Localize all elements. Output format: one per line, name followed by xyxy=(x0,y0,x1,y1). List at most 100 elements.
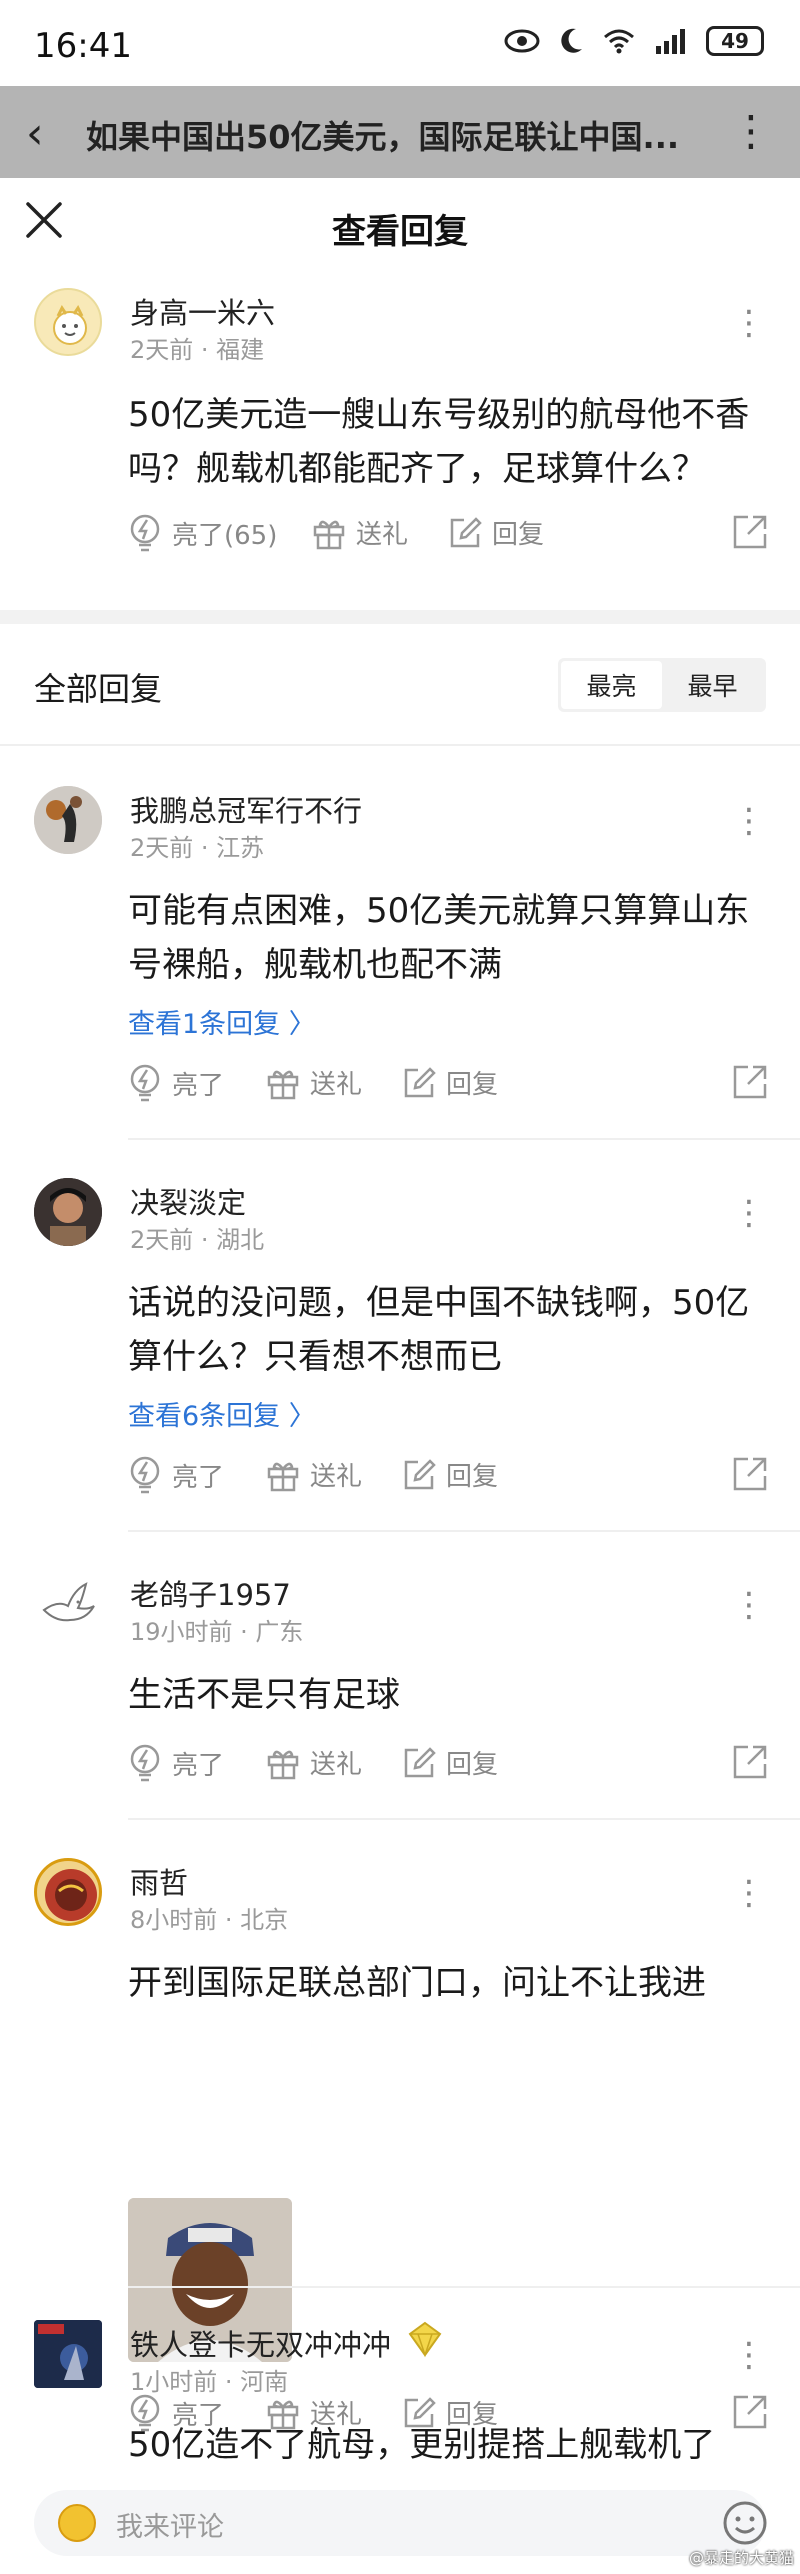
commenter-name[interactable]: 身高一米六 xyxy=(130,290,275,332)
comment-line: 话说的没问题，但是中国不缺钱啊，50亿 xyxy=(128,1283,750,1323)
reply-button[interactable]: 回复 xyxy=(402,1064,498,1101)
sort-toggle: 最亮 最早 xyxy=(558,658,766,712)
sort-earliest-button[interactable]: 最早 xyxy=(662,661,763,709)
comment-line: 50亿美元造一艘山东号级别的航母他不香 xyxy=(128,395,750,435)
moon-icon xyxy=(561,28,582,53)
avatar[interactable] xyxy=(34,786,102,854)
commenter-name[interactable]: 老鸽子1957 xyxy=(130,1572,291,1614)
divider xyxy=(128,2286,800,2288)
reply-button[interactable]: 回复 xyxy=(402,1456,498,1493)
signal-icon xyxy=(656,29,685,54)
comment-line: 算什么？只看想不想而已 xyxy=(128,1337,502,1377)
comment-text: 50亿美元造一艘山东号级别的航母他不香 吗？舰载机都能配齐了，足球算什么？ xyxy=(128,388,768,496)
user-avatar xyxy=(58,2504,96,2542)
gift-icon xyxy=(313,520,345,549)
reply-button[interactable]: 回复 xyxy=(448,514,544,551)
article-header: ‹ 如果中国出50亿美元，国际足联让中国... ⋮ xyxy=(0,86,800,178)
comment-text: 生活不是只有足球 xyxy=(128,1668,768,1722)
more-vertical-icon[interactable]: ⋮ xyxy=(730,106,772,155)
comment-line: 号裸船，舰载机也配不满 xyxy=(128,945,502,985)
share-icon[interactable] xyxy=(732,1456,768,1492)
more-options-icon[interactable]: ⋮ xyxy=(732,1196,766,1230)
cartoon-avatar-icon xyxy=(53,305,87,345)
share-icon[interactable] xyxy=(732,1064,768,1100)
comment-meta: 19小时前 · 广东 xyxy=(130,1618,304,1646)
like-button[interactable]: 亮了 xyxy=(128,1744,224,1782)
gift-icon xyxy=(267,1462,299,1491)
gift-label: 送礼 xyxy=(310,1462,363,1492)
share-icon[interactable] xyxy=(732,1744,768,1780)
like-button[interactable]: 亮了 xyxy=(128,1064,224,1102)
more-options-icon[interactable]: ⋮ xyxy=(732,2338,766,2372)
avatar[interactable] xyxy=(34,288,102,356)
reply-button[interactable]: 回复 xyxy=(402,1744,498,1781)
comment-text: 开到国际足联总部门口，问让不让我进 xyxy=(128,1956,768,2010)
view-replies-link[interactable]: 查看6条回复 〉 xyxy=(128,1394,316,1433)
comment-meta: 2天前 · 福建 xyxy=(130,336,265,364)
comment-meta: 1小时前 · 河南 xyxy=(130,2368,289,2396)
comment-text: 话说的没问题，但是中国不缺钱啊，50亿 算什么？只看想不想而已 xyxy=(128,1276,768,1384)
more-options-icon[interactable]: ⋮ xyxy=(732,1876,766,1910)
lightbulb-icon xyxy=(130,1064,160,1102)
status-bar: 16:41 49 xyxy=(0,0,800,86)
comment-actions: 亮了 送礼 回复 xyxy=(128,1064,768,1112)
like-label: 亮了 xyxy=(172,1070,225,1101)
comment-line: 50亿造不了航母，更别提搭上舰载机了 xyxy=(128,2425,716,2465)
more-options-icon[interactable]: ⋮ xyxy=(732,804,766,838)
gift-label: 送礼 xyxy=(310,1750,363,1780)
gift-button[interactable]: 送礼 xyxy=(266,1744,362,1781)
wifi-icon xyxy=(604,29,634,54)
eye-icon xyxy=(504,29,540,53)
divider xyxy=(128,1818,800,1820)
lightbulb-icon xyxy=(130,1744,160,1782)
more-options-icon[interactable]: ⋮ xyxy=(732,306,766,340)
share-icon[interactable] xyxy=(732,514,768,550)
edit-icon xyxy=(404,1458,436,1489)
edit-icon xyxy=(450,516,482,547)
comment-text: 50亿造不了航母，更别提搭上舰载机了 xyxy=(128,2418,768,2472)
edit-icon xyxy=(404,1066,436,1097)
reply-sheet: 查看回复 身高一米六 2天前 · 福建 ⋮ 50亿美元造一艘山东号级别的航母他不… xyxy=(0,178,800,2574)
commenter-name[interactable]: 我鹏总冠军行不行 xyxy=(130,788,362,830)
avatar[interactable] xyxy=(34,1858,102,1926)
badge-avatar-icon xyxy=(45,1869,97,1921)
avatar[interactable] xyxy=(34,1570,102,1638)
lightbulb-icon xyxy=(130,514,160,552)
reply-label: 回复 xyxy=(446,1750,499,1780)
comment-input[interactable]: 我来评论 xyxy=(116,2505,224,2544)
reply-comment: 雨哲 8小时前 · 北京 ⋮ 开到国际足联总部门口，问让不让我进 亮了 送礼 回… xyxy=(0,1858,800,2432)
dove-avatar-icon xyxy=(42,1582,95,1622)
commenter-name[interactable]: 雨哲 xyxy=(130,1860,188,1902)
sheet-title: 查看回复 xyxy=(332,212,468,252)
like-label: 亮了 xyxy=(172,1462,225,1493)
section-title: 全部回复 xyxy=(34,670,163,708)
more-options-icon[interactable]: ⋮ xyxy=(732,1588,766,1622)
reply-comment: 我鹏总冠军行不行 2天前 · 江苏 ⋮ 可能有点困难，50亿美元就算只算算山东 … xyxy=(0,786,800,1186)
sort-hot-button[interactable]: 最亮 xyxy=(561,661,662,709)
gift-label: 送礼 xyxy=(310,1070,363,1100)
like-label: 亮了 xyxy=(172,1750,225,1781)
lightbulb-icon xyxy=(130,1456,160,1494)
commenter-name[interactable]: 决裂淡定 xyxy=(130,1180,246,1222)
avatar[interactable] xyxy=(34,2320,102,2388)
back-icon[interactable]: ‹ xyxy=(26,108,44,159)
divider xyxy=(0,744,800,746)
gift-button[interactable]: 送礼 xyxy=(266,1064,362,1101)
commenter-name[interactable]: 铁人登卡无双冲冲冲 xyxy=(130,2322,391,2364)
reply-comment: 决裂淡定 2天前 · 湖北 ⋮ 话说的没问题，但是中国不缺钱啊，50亿 算什么？… xyxy=(0,1178,800,1578)
section-separator xyxy=(0,610,800,624)
gift-button[interactable]: 送礼 xyxy=(312,514,408,551)
gift-button[interactable]: 送礼 xyxy=(266,1456,362,1493)
reply-label: 回复 xyxy=(446,1462,499,1492)
comment-input-bar[interactable]: 我来评论 xyxy=(34,2490,767,2556)
like-button[interactable]: 亮了 xyxy=(128,1456,224,1494)
comment-meta: 8小时前 · 北京 xyxy=(130,1906,289,1934)
comment-meta: 2天前 · 湖北 xyxy=(130,1226,265,1254)
avatar[interactable] xyxy=(34,1178,102,1246)
view-replies-link[interactable]: 查看1条回复 〉 xyxy=(128,1002,316,1041)
comment-line: 开到国际足联总部门口，问让不让我进 xyxy=(128,1963,706,2003)
like-label: 亮了(65) xyxy=(172,520,278,551)
status-time: 16:41 xyxy=(34,26,132,66)
gift-label: 送礼 xyxy=(356,520,409,550)
like-button[interactable]: 亮了(65) xyxy=(128,514,277,552)
